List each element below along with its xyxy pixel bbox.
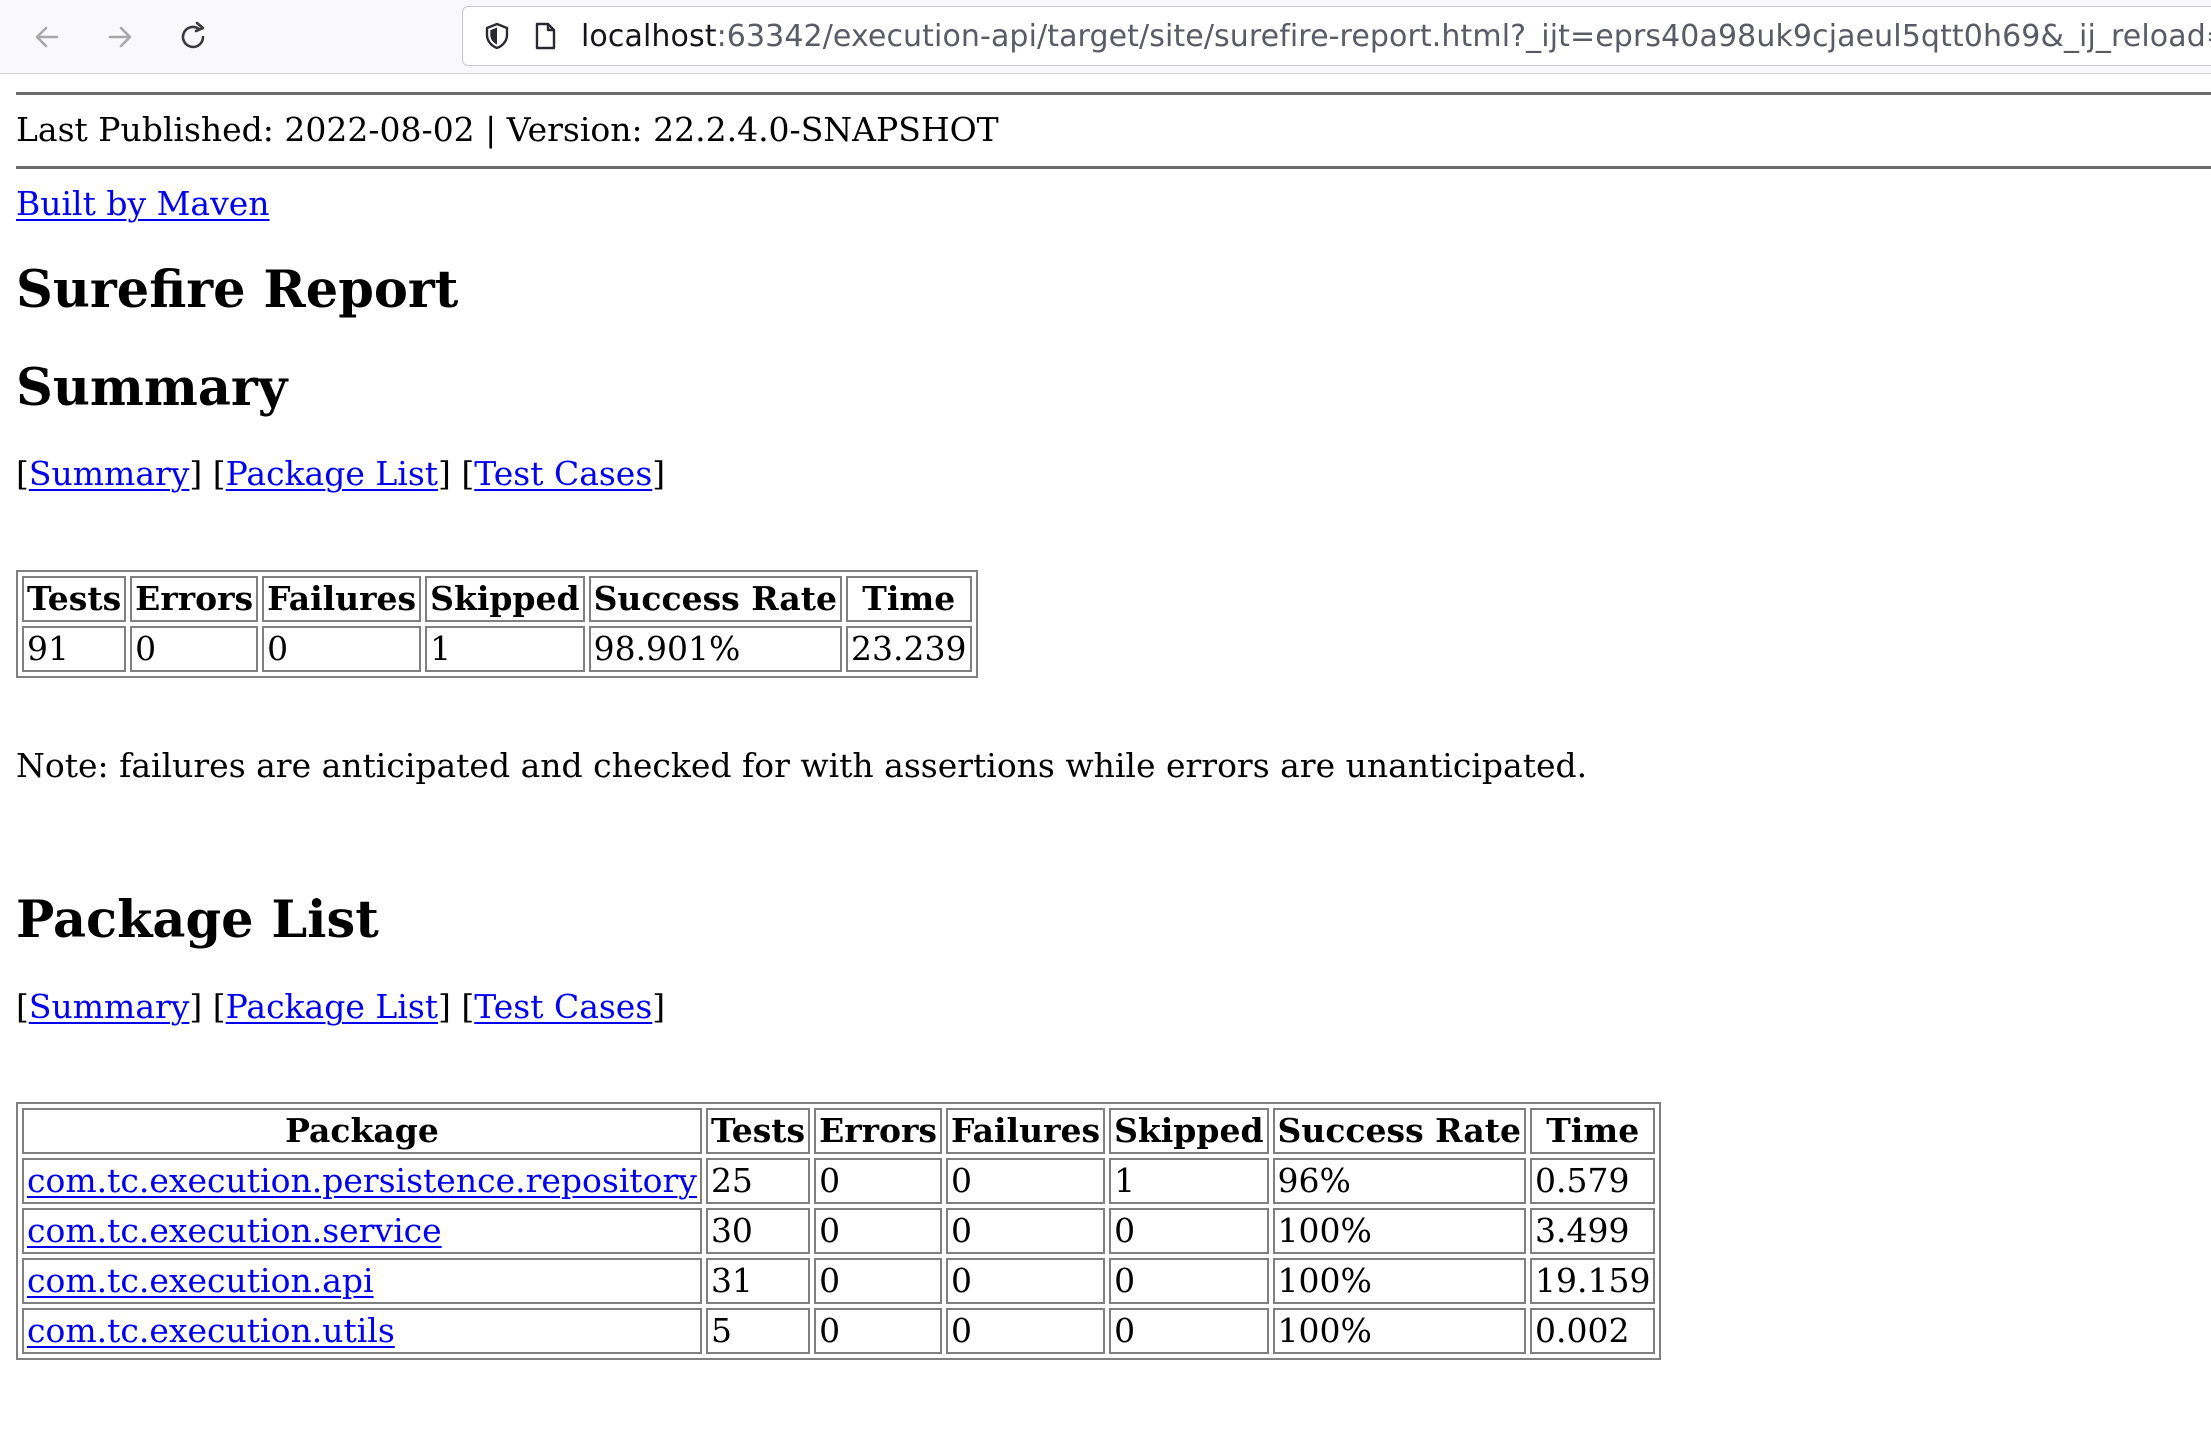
column-header: Time: [1529, 1108, 1656, 1154]
url-bar[interactable]: localhost:63342/execution-api/target/sit…: [462, 6, 2211, 66]
column-header: Tests: [22, 576, 127, 622]
column-header: Failures: [262, 576, 422, 622]
table-cell: 91: [22, 626, 127, 672]
table-cell: 98.901%: [588, 626, 843, 672]
table-cell: 3.499: [1529, 1208, 1656, 1254]
table-cell: 0: [814, 1258, 943, 1304]
nav-package-list-link[interactable]: Package List: [226, 454, 438, 493]
table-header-row: Package Tests Errors Failures Skipped Su…: [22, 1108, 1656, 1154]
column-header: Errors: [814, 1108, 943, 1154]
table-cell: 0: [814, 1208, 943, 1254]
page-info-icon[interactable]: [525, 16, 565, 56]
table-cell: 31: [705, 1258, 811, 1304]
url-path: :63342/execution-api/target/site/surefir…: [716, 18, 2211, 54]
table-cell: 0: [946, 1258, 1106, 1304]
published-info: Last Published: 2022-08-02 | Version: 22…: [16, 110, 999, 149]
table-row: com.tc.execution.service 30 0 0 0 100% 3…: [22, 1208, 1656, 1254]
page-title: Surefire Report: [16, 260, 459, 320]
back-button[interactable]: [22, 12, 72, 62]
table-cell: 0: [130, 626, 259, 672]
table-cell: com.tc.execution.utils: [22, 1308, 702, 1354]
built-by-maven-link[interactable]: Built by Maven: [16, 184, 270, 223]
table-cell: 100%: [1272, 1308, 1526, 1354]
package-link[interactable]: com.tc.execution.utils: [27, 1311, 395, 1350]
table-row: com.tc.execution.api 31 0 0 0 100% 19.15…: [22, 1258, 1656, 1304]
nav-package-list-link[interactable]: Package List: [226, 987, 438, 1026]
column-header: Errors: [130, 576, 259, 622]
nav-summary-link[interactable]: Summary: [29, 454, 190, 493]
column-header: Success Rate: [588, 576, 843, 622]
column-header: Package: [22, 1108, 702, 1154]
table-cell: 1: [1109, 1158, 1269, 1204]
arrow-left-icon: [35, 26, 59, 48]
package-table: Package Tests Errors Failures Skipped Su…: [16, 1102, 1662, 1360]
nav-test-cases-link[interactable]: Test Cases: [474, 987, 652, 1026]
package-link[interactable]: com.tc.execution.api: [27, 1261, 374, 1300]
section-nav: [Summary] [Package List] [Test Cases]: [16, 987, 666, 1026]
reload-button[interactable]: [168, 12, 218, 62]
table-cell: com.tc.execution.persistence.repository: [22, 1158, 702, 1204]
table-cell: com.tc.execution.api: [22, 1258, 702, 1304]
table-cell: 96%: [1272, 1158, 1526, 1204]
url-host: localhost: [581, 18, 717, 54]
table-header-row: Tests Errors Failures Skipped Success Ra…: [22, 576, 972, 622]
table-cell: com.tc.execution.service: [22, 1208, 702, 1254]
nav-summary-link[interactable]: Summary: [29, 987, 190, 1026]
header-divider-top: [16, 92, 2211, 95]
table-cell: 23.239: [846, 626, 972, 672]
package-link[interactable]: com.tc.execution.service: [27, 1211, 442, 1250]
summary-table: Tests Errors Failures Skipped Success Ra…: [16, 570, 978, 678]
table-cell: 0: [946, 1158, 1106, 1204]
column-header: Time: [846, 576, 972, 622]
table-cell: 0.579: [1529, 1158, 1656, 1204]
table-cell: 0.002: [1529, 1308, 1656, 1354]
summary-note: Note: failures are anticipated and check…: [16, 746, 1588, 785]
column-header: Skipped: [1109, 1108, 1269, 1154]
table-cell: 0: [1109, 1208, 1269, 1254]
package-list-heading: Package List: [16, 890, 379, 950]
forward-button[interactable]: [95, 12, 145, 62]
section-nav: [Summary] [Package List] [Test Cases]: [16, 454, 666, 493]
column-header: Skipped: [425, 576, 585, 622]
column-header: Failures: [946, 1108, 1106, 1154]
reload-icon: [181, 21, 205, 49]
column-header: Tests: [705, 1108, 811, 1154]
table-row: com.tc.execution.utils 5 0 0 0 100% 0.00…: [22, 1308, 1656, 1354]
table-cell: 0: [1109, 1308, 1269, 1354]
table-cell: 0: [946, 1208, 1106, 1254]
browser-toolbar: localhost:63342/execution-api/target/sit…: [0, 0, 2211, 74]
table-cell: 0: [946, 1308, 1106, 1354]
package-link[interactable]: com.tc.execution.persistence.repository: [27, 1161, 697, 1200]
shield-icon[interactable]: [477, 16, 517, 56]
table-cell: 100%: [1272, 1208, 1526, 1254]
table-cell: 0: [1109, 1258, 1269, 1304]
table-cell: 0: [814, 1158, 943, 1204]
column-header: Success Rate: [1272, 1108, 1526, 1154]
table-row: com.tc.execution.persistence.repository …: [22, 1158, 1656, 1204]
table-row: 91 0 0 1 98.901% 23.239: [22, 626, 972, 672]
arrow-right-icon: [108, 26, 132, 48]
table-cell: 25: [705, 1158, 811, 1204]
summary-heading: Summary: [16, 358, 288, 418]
url-text[interactable]: localhost:63342/execution-api/target/sit…: [581, 19, 2211, 54]
table-cell: 5: [705, 1308, 811, 1354]
table-cell: 1: [425, 626, 585, 672]
nav-test-cases-link[interactable]: Test Cases: [474, 454, 652, 493]
table-cell: 100%: [1272, 1258, 1526, 1304]
table-cell: 0: [262, 626, 422, 672]
table-cell: 0: [814, 1308, 943, 1354]
table-cell: 19.159: [1529, 1258, 1656, 1304]
table-cell: 30: [705, 1208, 811, 1254]
header-divider-bottom: [16, 166, 2211, 169]
